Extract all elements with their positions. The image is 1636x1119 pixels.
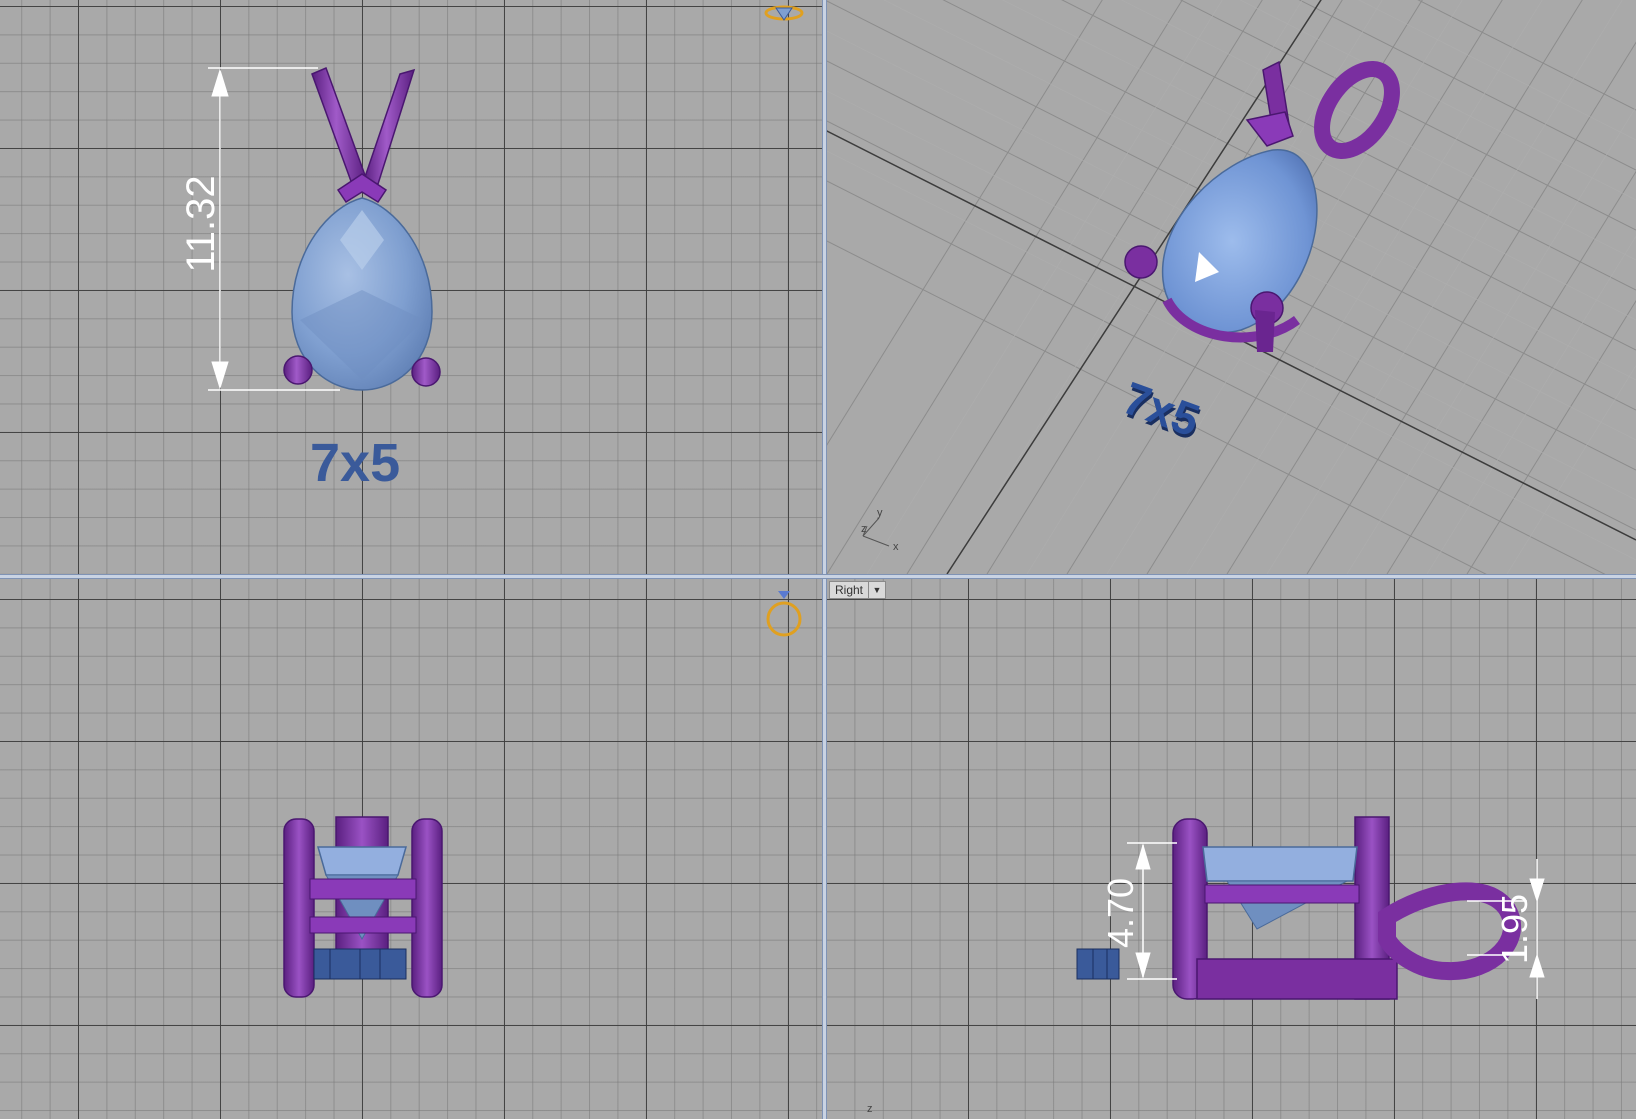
viewport-splitter-horizontal[interactable] bbox=[0, 574, 1636, 579]
perspective-grid: y x z bbox=[827, 0, 1636, 574]
perspective-model bbox=[1124, 60, 1400, 352]
top-view-model: 11.32 bbox=[179, 5, 804, 391]
viewport-front[interactable] bbox=[0, 579, 822, 1119]
viewport-right[interactable]: Right ▼ 4.70 1.95 z bbox=[827, 579, 1636, 1119]
axis-z-label: z bbox=[867, 1103, 873, 1115]
dimension-height-value: 4.70 bbox=[1100, 878, 1141, 948]
dimension-bail-value: 1.95 bbox=[1494, 894, 1535, 964]
viewport-splitter-vertical[interactable] bbox=[822, 0, 827, 1119]
right-view-model: 4.70 1.95 z bbox=[867, 816, 1545, 1115]
ring-gizmo-icon[interactable] bbox=[766, 591, 802, 637]
axis-triad-icon bbox=[862, 517, 890, 547]
gem-gizmo-icon[interactable] bbox=[764, 5, 804, 21]
axis-z-label: z bbox=[861, 523, 867, 535]
axis-x-label: x bbox=[893, 541, 899, 553]
stone-size-label: 7x5 bbox=[310, 433, 401, 493]
dimension-value: 11.32 bbox=[179, 175, 223, 272]
viewport-top[interactable]: 11.32 7x5 bbox=[0, 0, 822, 574]
axis-y-label: y bbox=[877, 507, 883, 519]
front-view-model bbox=[283, 591, 802, 998]
viewport-perspective[interactable]: y x z 7x5 bbox=[827, 0, 1636, 574]
